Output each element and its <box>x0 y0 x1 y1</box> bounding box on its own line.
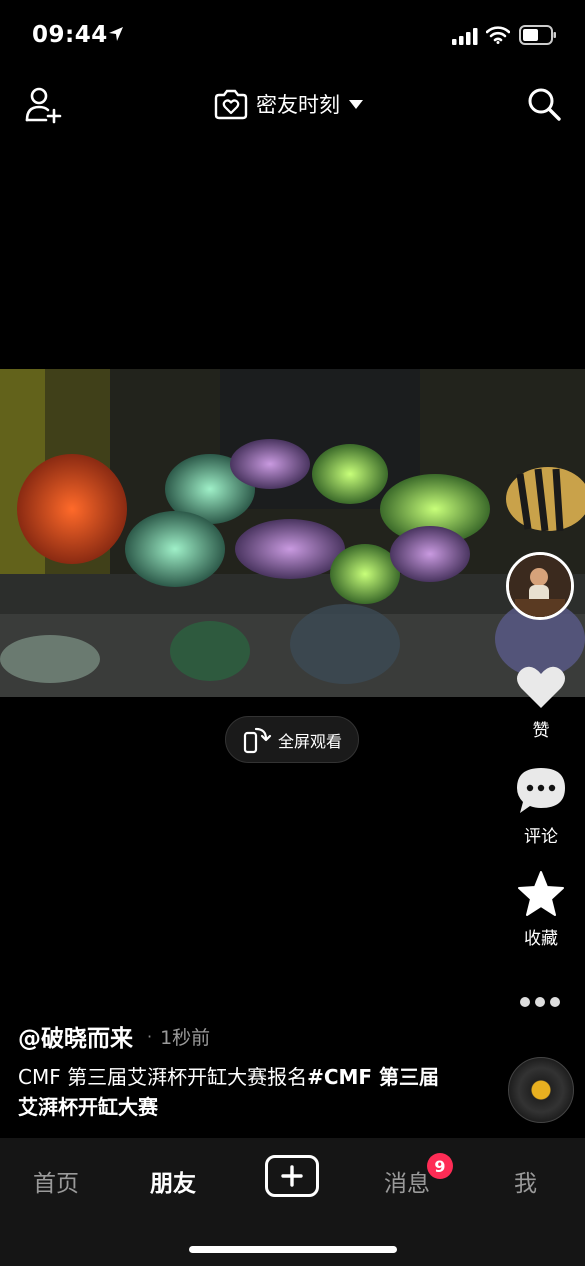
fullscreen-button[interactable]: 全屏观看 <box>225 716 359 763</box>
heart-icon <box>517 666 565 708</box>
top-nav: 密友时刻 <box>0 80 585 130</box>
caption-text: CMF 第三届艾湃杯开缸大赛报名 <box>18 1065 308 1089</box>
search-icon[interactable] <box>526 86 562 122</box>
home-indicator <box>189 1246 397 1253</box>
status-bar: 09:44 <box>0 0 585 70</box>
channel-switch[interactable]: 密友时刻 <box>214 86 364 122</box>
post-time: 1秒前 <box>160 1026 211 1049</box>
author-avatar[interactable] <box>506 552 574 620</box>
channel-label: 密友时刻 <box>256 93 340 117</box>
tab-home[interactable]: 首页 <box>33 1164 79 1198</box>
music-disc[interactable] <box>508 1057 574 1123</box>
wifi-icon <box>486 26 510 44</box>
post-caption: CMF 第三届艾湃杯开缸大赛报名#CMF 第三届艾湃杯开缸大赛 <box>18 1062 458 1122</box>
tab-messages[interactable]: 消息 <box>384 1164 430 1198</box>
aquarium-video-frame <box>0 369 585 697</box>
comment-action[interactable]: 评论 <box>500 766 582 847</box>
location-arrow-icon <box>109 27 123 41</box>
like-label: 赞 <box>532 721 550 741</box>
avatar-image <box>509 555 571 617</box>
star-icon <box>518 871 564 916</box>
chevron-down-icon <box>349 100 363 109</box>
author-name[interactable]: @破晓而来 <box>18 1019 133 1053</box>
favorite-action[interactable]: 收藏 <box>500 870 582 949</box>
tab-friends[interactable]: 朋友 <box>150 1164 196 1198</box>
author-line: @破晓而来 · 1秒前 <box>18 1019 210 1053</box>
video-player[interactable] <box>0 369 585 697</box>
fullscreen-label: 全屏观看 <box>277 731 342 751</box>
plus-icon <box>281 1165 303 1187</box>
status-time: 09:44 <box>32 22 108 48</box>
messages-badge: 9 <box>427 1153 453 1179</box>
tab-me[interactable]: 我 <box>514 1164 537 1198</box>
more-dots-icon[interactable] <box>518 995 562 1009</box>
heart-camera-icon <box>214 89 248 120</box>
favorite-label: 收藏 <box>524 929 558 949</box>
battery-icon <box>519 25 556 45</box>
comment-icon <box>517 768 565 813</box>
add-friend-icon[interactable] <box>24 86 62 124</box>
rotate-fullscreen-icon <box>243 727 272 753</box>
dot-separator: · <box>147 1026 153 1046</box>
cellular-signal-icon <box>452 28 478 45</box>
create-button[interactable] <box>265 1155 319 1197</box>
comment-label: 评论 <box>524 827 558 847</box>
like-action[interactable]: 赞 <box>500 664 582 741</box>
